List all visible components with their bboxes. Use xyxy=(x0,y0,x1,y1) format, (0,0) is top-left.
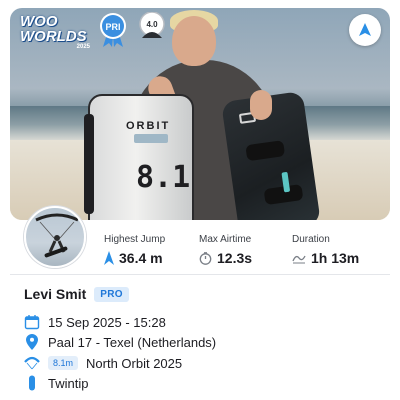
twintip-board-icon xyxy=(24,375,40,391)
share-arrow-icon xyxy=(359,23,371,36)
kite-name: North Orbit 2025 xyxy=(86,355,183,371)
jump-arrow-icon xyxy=(104,251,114,265)
board-footstrap xyxy=(245,140,286,162)
kite-icon xyxy=(24,355,40,371)
stat-highest-jump: Highest Jump 36.4 m xyxy=(104,234,165,266)
session-location-row[interactable]: Paal 17 - Texel (Netherlands) xyxy=(24,334,216,350)
kite-bag: ORBIT 8.1 xyxy=(84,94,194,220)
session-date: 15 Sep 2025 - 15:28 xyxy=(48,314,166,330)
session-location: Paal 17 - Texel (Netherlands) xyxy=(48,334,217,350)
rosette-icon: PRI xyxy=(100,13,126,47)
event-badge-year: 2025 xyxy=(76,44,90,50)
pro-badge-label: PRI xyxy=(105,22,120,32)
rider-arm xyxy=(250,90,272,120)
stat-max-airtime: Max Airtime 12.3s xyxy=(199,234,252,266)
board-type: Twintip xyxy=(48,375,89,391)
kite-bag-strap xyxy=(84,114,94,214)
rating-badge[interactable]: 4.0 xyxy=(138,11,166,44)
section-divider xyxy=(10,274,390,275)
rider-head xyxy=(172,16,216,66)
kite-size-chip: 8.1m xyxy=(48,356,79,370)
event-badge[interactable]: WOO WORLDS 2025 xyxy=(20,13,92,50)
stat-label: Duration xyxy=(292,234,330,245)
stat-label: Highest Jump xyxy=(104,234,166,245)
stat-value: 36.4 m xyxy=(119,250,163,266)
session-board-row[interactable]: Twintip xyxy=(24,375,88,391)
session-date-row: 15 Sep 2025 - 15:28 xyxy=(24,314,166,330)
kite-bag-size: 8.1 xyxy=(136,160,191,195)
rider-name[interactable]: Levi Smit xyxy=(24,286,86,302)
kite-bag-brand: ORBIT xyxy=(126,120,171,132)
stat-label: Max Airtime xyxy=(199,234,252,245)
map-pin-icon xyxy=(24,334,40,350)
rating-shield-icon: 4.0 xyxy=(139,11,165,38)
jump-photo-thumbnail xyxy=(35,213,79,258)
rating-value: 4.0 xyxy=(146,20,158,29)
kite-bag-label xyxy=(134,134,168,143)
rider-header: Levi Smit PRO xyxy=(24,286,129,302)
pro-rosette-badge[interactable]: PRI xyxy=(99,12,127,48)
event-badge-line2: WORLDS xyxy=(20,28,87,45)
calendar-icon xyxy=(24,314,40,330)
stat-duration: Duration 1h 13m xyxy=(292,234,359,266)
wave-icon xyxy=(292,255,306,264)
rider-avatar[interactable] xyxy=(24,206,86,268)
share-button[interactable] xyxy=(349,14,381,46)
stopwatch-icon xyxy=(199,251,212,265)
stat-value: 12.3s xyxy=(217,250,253,266)
event-badge-line1: WOO xyxy=(20,13,58,30)
session-kite-row[interactable]: 8.1m North Orbit 2025 xyxy=(24,355,182,371)
stat-value: 1h 13m xyxy=(311,250,360,266)
pro-tag: PRO xyxy=(94,286,129,302)
